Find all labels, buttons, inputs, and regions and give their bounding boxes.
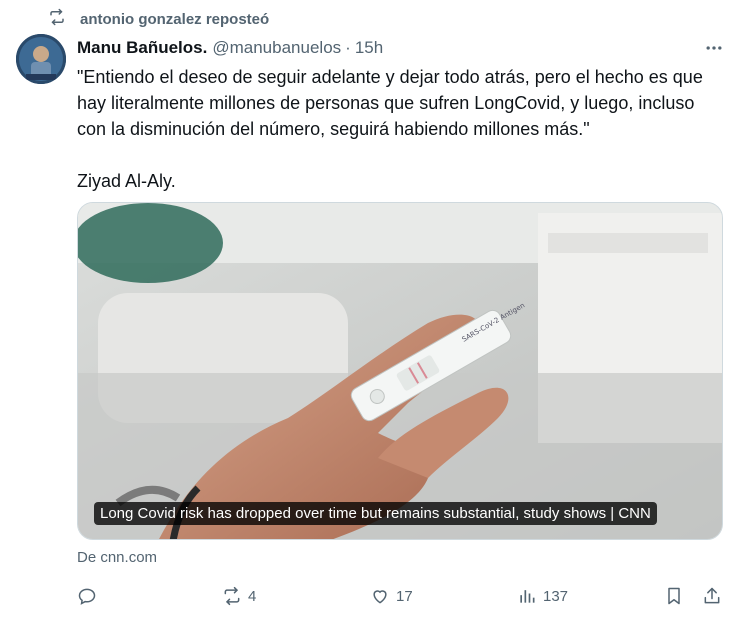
tweet-paragraph: Ziyad Al-Aly. [77, 171, 176, 191]
card-image: SARS-CoV-2 Antigen [78, 203, 722, 539]
bookmark-icon [668, 587, 680, 605]
like-button[interactable]: 17 [370, 582, 413, 610]
bookmark-button[interactable] [664, 582, 684, 610]
share-button[interactable] [702, 582, 722, 610]
author-handle[interactable]: @manubanuelos [212, 38, 341, 58]
tweet-text: "Entiendo el deseo de seguir adelante y … [77, 64, 727, 220]
avatar[interactable] [16, 34, 66, 84]
post-time[interactable]: 15h [355, 38, 383, 58]
heart-icon [373, 590, 387, 604]
card-caption: Long Covid risk has dropped over time bu… [94, 502, 657, 525]
like-count: 17 [396, 587, 413, 605]
link-card[interactable]: SARS-CoV-2 Antigen Long Covid risk has d… [77, 202, 723, 540]
repost-button[interactable]: 4 [222, 582, 256, 610]
share-icon [704, 587, 720, 604]
tweet-paragraph: "Entiendo el deseo de seguir adelante y … [77, 67, 703, 139]
repost-text[interactable]: antonio gonzalez reposteó [80, 11, 269, 28]
more-icon [706, 46, 722, 50]
separator-dot: · [345, 38, 351, 57]
reply-icon [78, 588, 96, 605]
repost-action-icon [224, 586, 240, 606]
reply-button[interactable] [77, 582, 103, 610]
card-source[interactable]: De cnn.com [77, 549, 157, 566]
author-name[interactable]: Manu Bañuelos. [77, 38, 207, 58]
repost-icon [48, 8, 66, 30]
more-options-button[interactable] [702, 36, 726, 60]
views-icon [520, 590, 535, 603]
action-bar: 4 17 137 [77, 582, 727, 610]
repost-count: 4 [248, 587, 257, 605]
views-button[interactable]: 137 [517, 582, 568, 610]
views-count: 137 [543, 587, 569, 605]
tweet-header: Manu Bañuelos. @manubanuelos · 15h [77, 36, 383, 60]
repost-indicator[interactable]: antonio gonzalez reposteó [48, 8, 269, 30]
